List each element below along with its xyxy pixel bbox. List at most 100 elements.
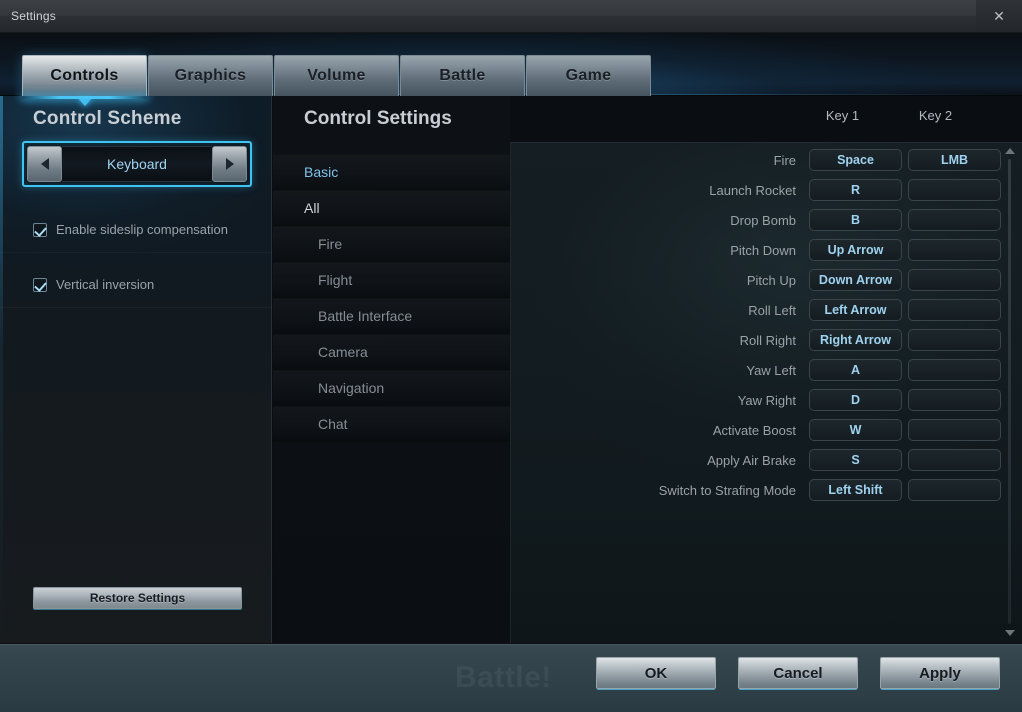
key-columns-header: Key 1 Key 2 bbox=[796, 108, 982, 123]
binding-key1-button[interactable]: Left Shift bbox=[809, 479, 902, 501]
binding-key2-button[interactable] bbox=[908, 329, 1001, 351]
scrollbar-track[interactable] bbox=[1008, 159, 1011, 624]
binding-key1-button[interactable]: B bbox=[809, 209, 902, 231]
ok-button[interactable]: OK bbox=[596, 657, 716, 689]
binding-row: Launch Rocket R bbox=[511, 175, 1001, 205]
close-icon[interactable]: ✕ bbox=[976, 0, 1022, 32]
binding-key1-button[interactable]: Right Arrow bbox=[809, 329, 902, 351]
binding-row: Roll Left Left Arrow bbox=[511, 295, 1001, 325]
chevron-down-glyph bbox=[1004, 629, 1015, 636]
cancel-button[interactable]: Cancel bbox=[738, 657, 858, 689]
binding-action-label: Launch Rocket bbox=[709, 182, 796, 198]
triangle-left-glyph bbox=[40, 158, 49, 170]
binding-row: Roll Right Right Arrow bbox=[511, 325, 1001, 355]
checkbox-label-vertical-inversion: Vertical inversion bbox=[56, 277, 155, 292]
tab-label: Graphics bbox=[174, 67, 247, 84]
binding-row: Yaw Left A bbox=[511, 355, 1001, 385]
binding-key1-button[interactable]: W bbox=[809, 419, 902, 441]
category-item-fire[interactable]: Fire bbox=[273, 226, 510, 262]
category-item-chat[interactable]: Chat bbox=[273, 406, 510, 442]
control-scheme-panel: Control Scheme Keyboard Enable sideslip … bbox=[0, 96, 272, 643]
control-scheme-value: Keyboard bbox=[62, 146, 212, 182]
restore-settings-button[interactable]: Restore Settings bbox=[33, 587, 242, 609]
binding-key2-button[interactable] bbox=[908, 179, 1001, 201]
binding-row: Switch to Strafing Mode Left Shift bbox=[511, 475, 1001, 505]
binding-key2-button[interactable] bbox=[908, 479, 1001, 501]
binding-key2-button[interactable] bbox=[908, 359, 1001, 381]
binding-action-label: Roll Left bbox=[748, 302, 796, 318]
chevron-up-icon[interactable] bbox=[1003, 144, 1016, 157]
checkbox-sideslip[interactable] bbox=[33, 222, 47, 237]
column-header-key1: Key 1 bbox=[825, 108, 860, 123]
binding-key2-button[interactable] bbox=[908, 389, 1001, 411]
control-scheme-title: Control Scheme bbox=[33, 108, 182, 129]
title-bar: Settings ✕ bbox=[0, 0, 1022, 33]
settings-window: Settings ✕ Controls Graphics Volume Battle G… bbox=[0, 0, 1022, 712]
binding-key2-button[interactable] bbox=[908, 299, 1001, 321]
binding-action-label: Fire bbox=[773, 152, 796, 168]
binding-row: Pitch Up Down Arrow bbox=[511, 265, 1001, 295]
category-item-camera[interactable]: Camera bbox=[273, 334, 510, 370]
binding-key2-button[interactable] bbox=[908, 209, 1001, 231]
active-tab-pointer-icon bbox=[76, 97, 93, 106]
footer-button-group: OK Cancel Apply bbox=[596, 657, 1000, 689]
checkbox-vertical-inversion[interactable] bbox=[33, 277, 47, 292]
tab-bar: Controls Graphics Volume Battle Game bbox=[0, 33, 1022, 106]
battle-watermark: Battle! bbox=[455, 661, 552, 694]
binding-row: Apply Air Brake S bbox=[511, 445, 1001, 475]
binding-action-label: Pitch Up bbox=[746, 272, 796, 288]
category-item-basic[interactable]: Basic bbox=[273, 154, 510, 190]
binding-key1-button[interactable]: R bbox=[809, 179, 902, 201]
binding-key2-button[interactable]: LMB bbox=[908, 149, 1001, 171]
tab-controls[interactable]: Controls bbox=[22, 55, 147, 106]
chevron-down-icon[interactable] bbox=[1003, 626, 1016, 639]
triangle-left-icon[interactable] bbox=[27, 146, 62, 182]
binding-action-label: Yaw Right bbox=[737, 392, 796, 408]
footer-bar: Battle! OK Cancel Apply bbox=[0, 644, 1022, 712]
key-bindings-panel: Key 1 Key 2 Fire Space LMB Launch Rocket R Dr… bbox=[510, 96, 1022, 643]
tab-graphics[interactable]: Graphics bbox=[148, 55, 273, 96]
control-settings-panel: Control Settings Basic All Fire Flight Battl… bbox=[273, 96, 510, 643]
checkbox-row-sideslip[interactable]: Enable sideslip compensation bbox=[0, 207, 272, 253]
binding-key2-button[interactable] bbox=[908, 449, 1001, 471]
settings-body: Control Scheme Keyboard Enable sideslip … bbox=[0, 96, 1022, 643]
binding-key1-button[interactable]: Down Arrow bbox=[809, 269, 902, 291]
tab-game[interactable]: Game bbox=[526, 55, 651, 96]
binding-action-label: Apply Air Brake bbox=[707, 452, 796, 468]
binding-key1-button[interactable]: A bbox=[809, 359, 902, 381]
binding-row: Yaw Right D bbox=[511, 385, 1001, 415]
tab-battle[interactable]: Battle bbox=[400, 55, 525, 96]
tab-list: Controls Graphics Volume Battle Game bbox=[22, 55, 651, 106]
tab-volume[interactable]: Volume bbox=[274, 55, 399, 96]
category-list: Basic All Fire Flight Battle Interface Camera… bbox=[273, 154, 510, 442]
binding-key1-button[interactable]: Up Arrow bbox=[809, 239, 902, 261]
category-item-battle-interface[interactable]: Battle Interface bbox=[273, 298, 510, 334]
binding-key1-button[interactable]: Space bbox=[809, 149, 902, 171]
binding-action-label: Switch to Strafing Mode bbox=[658, 482, 796, 498]
binding-action-label: Drop Bomb bbox=[730, 212, 796, 228]
binding-key1-button[interactable]: S bbox=[809, 449, 902, 471]
binding-action-label: Yaw Left bbox=[746, 362, 796, 378]
checkbox-row-vertical-inversion[interactable]: Vertical inversion bbox=[0, 262, 272, 308]
control-settings-title: Control Settings bbox=[304, 108, 452, 129]
control-scheme-stepper: Keyboard bbox=[27, 146, 247, 182]
apply-button[interactable]: Apply bbox=[880, 657, 1000, 689]
triangle-right-icon[interactable] bbox=[212, 146, 247, 182]
binding-key2-button[interactable] bbox=[908, 419, 1001, 441]
binding-key1-button[interactable]: D bbox=[809, 389, 902, 411]
tab-label: Controls bbox=[50, 67, 119, 84]
binding-key2-button[interactable] bbox=[908, 239, 1001, 261]
tab-label: Battle bbox=[439, 67, 486, 84]
key-bindings-list: Fire Space LMB Launch Rocket R Drop Bomb B Pitc… bbox=[510, 142, 1022, 643]
category-item-flight[interactable]: Flight bbox=[273, 262, 510, 298]
category-item-navigation[interactable]: Navigation bbox=[273, 370, 510, 406]
tab-label: Volume bbox=[307, 67, 366, 84]
binding-row: Pitch Down Up Arrow bbox=[511, 235, 1001, 265]
binding-key1-button[interactable]: Left Arrow bbox=[809, 299, 902, 321]
binding-key2-button[interactable] bbox=[908, 269, 1001, 291]
bindings-scrollbar[interactable] bbox=[1003, 144, 1016, 639]
binding-row: Drop Bomb B bbox=[511, 205, 1001, 235]
category-item-all[interactable]: All bbox=[273, 190, 510, 226]
control-scheme-selector[interactable]: Keyboard bbox=[22, 141, 252, 187]
binding-row: Fire Space LMB bbox=[511, 145, 1001, 175]
